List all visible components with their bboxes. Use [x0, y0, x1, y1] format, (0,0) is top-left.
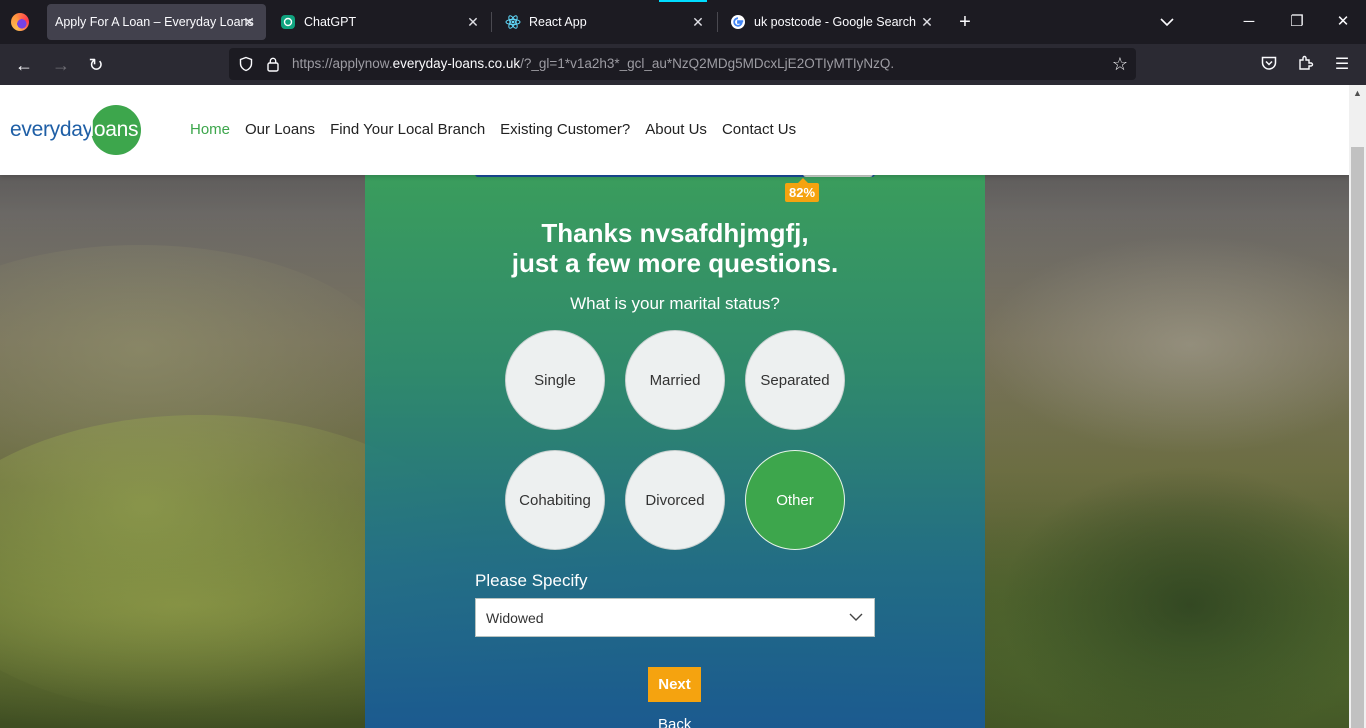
- back-arrow-icon[interactable]: ←: [11, 52, 37, 78]
- pocket-icon[interactable]: [1258, 54, 1280, 76]
- tab-google-search[interactable]: uk postcode - Google Search ✕: [724, 4, 944, 40]
- marital-status-question: What is your marital status?: [570, 294, 780, 313]
- browser-tab-strip: Apply For A Loan – Everyday Loans ✕ Chat…: [0, 0, 1366, 44]
- page-viewport: everyday loans Home Our Loans Find Your …: [0, 85, 1366, 728]
- option-cohabiting[interactable]: Cohabiting: [505, 450, 605, 550]
- nav-existing-customer[interactable]: Existing Customer?: [500, 121, 630, 138]
- tab-chatgpt[interactable]: ChatGPT ✕: [274, 4, 490, 40]
- minimize-window-icon[interactable]: ─: [1236, 10, 1262, 34]
- next-button[interactable]: Next: [648, 667, 701, 702]
- progress-percent-badge: 82%: [785, 178, 820, 202]
- tab-title: React App: [529, 15, 587, 29]
- firefox-menu-icon[interactable]: [11, 13, 29, 31]
- site-header: everyday loans Home Our Loans Find Your …: [0, 85, 1349, 175]
- logo-green-circle: loans: [89, 105, 141, 155]
- restore-window-icon[interactable]: ❐: [1284, 10, 1310, 34]
- close-tab-icon[interactable]: ✕: [918, 13, 936, 31]
- list-all-tabs-chevron-icon[interactable]: [1157, 12, 1177, 32]
- url-prefix: https://applynow.: [292, 56, 393, 71]
- chevron-down-icon: [848, 609, 864, 625]
- scroll-up-arrow-icon[interactable]: ▲: [1349, 85, 1366, 102]
- background-forest: [1000, 465, 1349, 728]
- forward-arrow-icon[interactable]: →: [48, 52, 74, 78]
- reload-icon[interactable]: ↻: [83, 52, 109, 78]
- option-divorced[interactable]: Divorced: [625, 450, 725, 550]
- please-specify-select[interactable]: Widowed: [475, 598, 875, 637]
- tracking-protection-shield-icon[interactable]: [238, 56, 254, 72]
- option-other[interactable]: Other: [745, 450, 845, 550]
- chatgpt-icon: [280, 14, 296, 30]
- select-value: Widowed: [486, 610, 544, 626]
- app-menu-hamburger-icon[interactable]: ☰: [1331, 54, 1353, 76]
- option-single[interactable]: Single: [505, 330, 605, 430]
- scrollbar-thumb[interactable]: [1351, 147, 1364, 728]
- extensions-puzzle-icon[interactable]: [1295, 54, 1317, 76]
- option-married[interactable]: Married: [625, 330, 725, 430]
- url-text[interactable]: https://applynow.everyday-loans.co.uk/?_…: [292, 56, 894, 71]
- url-domain: everyday-loans.co.uk: [392, 56, 521, 71]
- new-tab-plus-icon[interactable]: +: [954, 11, 976, 33]
- tab-separator: [717, 12, 718, 32]
- background-hill: [980, 235, 1349, 455]
- address-bar[interactable]: https://applynow.everyday-loans.co.uk/?_…: [229, 48, 1136, 80]
- close-tab-icon[interactable]: ✕: [464, 13, 482, 31]
- page-background: everyday loans Home Our Loans Find Your …: [0, 85, 1349, 728]
- react-icon: [505, 14, 521, 30]
- tab-separator: [491, 12, 492, 32]
- please-specify-label: Please Specify: [475, 571, 588, 590]
- nav-our-loans[interactable]: Our Loans: [245, 121, 315, 138]
- url-suffix: /?_gl=1*v1a2h3*_gcl_au*NzQ2MDg5MDcxLjE2O…: [520, 56, 895, 71]
- option-separated[interactable]: Separated: [745, 330, 845, 430]
- close-window-icon[interactable]: ✕: [1330, 10, 1356, 34]
- logo-text-everyday: everyday: [10, 118, 93, 141]
- browser-navigation-bar: ← → ↻ https://applynow.everyday-loans.co…: [0, 44, 1366, 85]
- nav-find-your-local-branch[interactable]: Find Your Local Branch: [330, 121, 485, 138]
- tab-title: Apply For A Loan – Everyday Loans: [55, 15, 254, 29]
- main-navigation: Home Our Loans Find Your Local Branch Ex…: [190, 121, 811, 138]
- lock-icon[interactable]: [266, 56, 280, 72]
- tab-title: uk postcode - Google Search: [754, 15, 916, 29]
- heading-line-2: just a few more questions.: [511, 248, 839, 278]
- everyday-loans-logo[interactable]: everyday loans: [10, 105, 141, 155]
- tab-react-app[interactable]: React App ✕: [499, 4, 715, 40]
- nav-home[interactable]: Home: [190, 121, 230, 138]
- nav-about-us[interactable]: About Us: [645, 121, 707, 138]
- tab-loading-indicator: [659, 0, 707, 2]
- bookmark-star-icon[interactable]: ☆: [1110, 54, 1130, 74]
- logo-text-loans: loans: [89, 118, 139, 141]
- back-link[interactable]: Back: [658, 716, 691, 728]
- close-tab-icon[interactable]: ✕: [240, 13, 258, 31]
- google-icon: [730, 14, 746, 30]
- tab-apply-for-a-loan[interactable]: Apply For A Loan – Everyday Loans ✕: [47, 4, 266, 40]
- page-scrollbar[interactable]: ▲: [1349, 85, 1366, 728]
- form-heading: Thanks nvsafdhjmgfj, just a few more que…: [365, 218, 985, 278]
- nav-contact-us[interactable]: Contact Us: [722, 121, 796, 138]
- heading-line-1: Thanks nvsafdhjmgfj,: [541, 218, 809, 248]
- loan-application-panel: 82% Thanks nvsafdhjmgfj, just a few more…: [365, 171, 985, 728]
- close-tab-icon[interactable]: ✕: [689, 13, 707, 31]
- tab-title: ChatGPT: [304, 15, 357, 29]
